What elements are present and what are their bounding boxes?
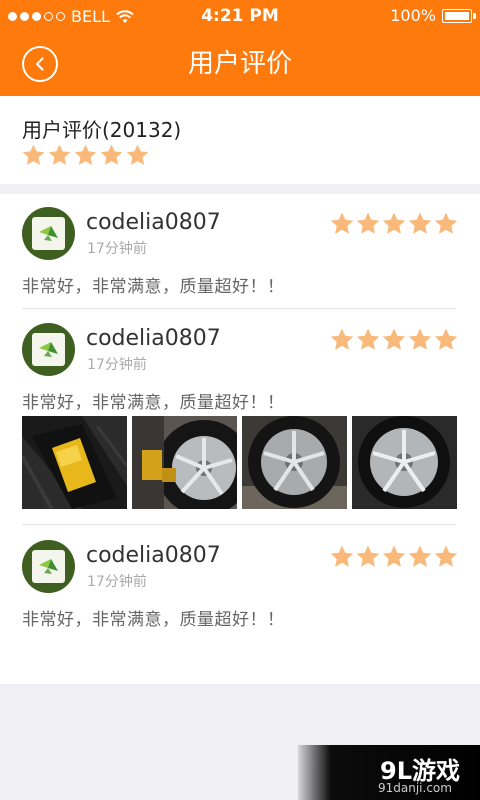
review-photo[interactable]: [242, 416, 347, 509]
review-photo[interactable]: [352, 416, 457, 509]
app-header: BELL 4:21 PM 100% 用户评价: [0, 0, 480, 96]
watermark: 9L游戏 91danji.com: [298, 745, 480, 800]
rating-summary: 用户评价(20132): [0, 96, 480, 184]
review-text: 非常好，非常满意，质量超好！！: [22, 393, 285, 413]
star-icon: [100, 144, 123, 165]
username[interactable]: codelia0807: [86, 326, 221, 351]
summary-stars: [22, 144, 149, 166]
star-icon: [382, 212, 406, 234]
battery-icon: [442, 8, 476, 23]
review-photo[interactable]: [22, 416, 127, 509]
avatar[interactable]: [22, 207, 75, 260]
star-icon: [434, 545, 458, 567]
review-time: 17分钟前: [87, 574, 147, 590]
avatar[interactable]: [22, 323, 75, 376]
divider: [22, 308, 456, 309]
star-icon: [434, 212, 458, 234]
review-stars: [330, 545, 458, 568]
watermark-url: 91danji.com: [378, 781, 452, 795]
review-stars: [330, 328, 458, 351]
bird-logo-icon: [38, 225, 58, 241]
status-bar: BELL 4:21 PM 100%: [0, 0, 480, 32]
star-icon: [356, 545, 380, 567]
star-icon: [382, 328, 406, 350]
star-icon: [22, 144, 45, 165]
review-photos: [22, 416, 457, 509]
star-icon: [330, 545, 354, 567]
star-icon: [356, 328, 380, 350]
star-icon: [356, 212, 380, 234]
review-list: codelia0807 17分钟前 非常好，非常满意，质量超好！！ codeli…: [0, 194, 480, 684]
username[interactable]: codelia0807: [86, 543, 221, 568]
page-title: 用户评价: [187, 49, 292, 79]
review-time: 17分钟前: [87, 357, 147, 373]
review-time: 17分钟前: [87, 241, 147, 257]
divider: [22, 524, 456, 525]
bird-logo-icon: [38, 341, 58, 357]
star-icon: [382, 545, 406, 567]
review-text: 非常好，非常满意，质量超好！！: [22, 277, 285, 297]
star-icon: [434, 328, 458, 350]
star-icon: [330, 212, 354, 234]
star-icon: [408, 545, 432, 567]
star-icon: [408, 328, 432, 350]
star-icon: [48, 144, 71, 165]
star-icon: [408, 212, 432, 234]
avatar[interactable]: [22, 540, 75, 593]
battery-percent: 100%: [390, 6, 436, 25]
review-text: 非常好，非常满意，质量超好！！: [22, 610, 285, 630]
bird-logo-icon: [38, 558, 58, 574]
star-icon: [330, 328, 354, 350]
star-icon: [126, 144, 149, 165]
review-stars: [330, 212, 458, 235]
star-icon: [74, 144, 97, 165]
summary-title: 用户评价(20132): [22, 118, 182, 142]
review-photo[interactable]: [132, 416, 237, 509]
username[interactable]: codelia0807: [86, 210, 221, 235]
